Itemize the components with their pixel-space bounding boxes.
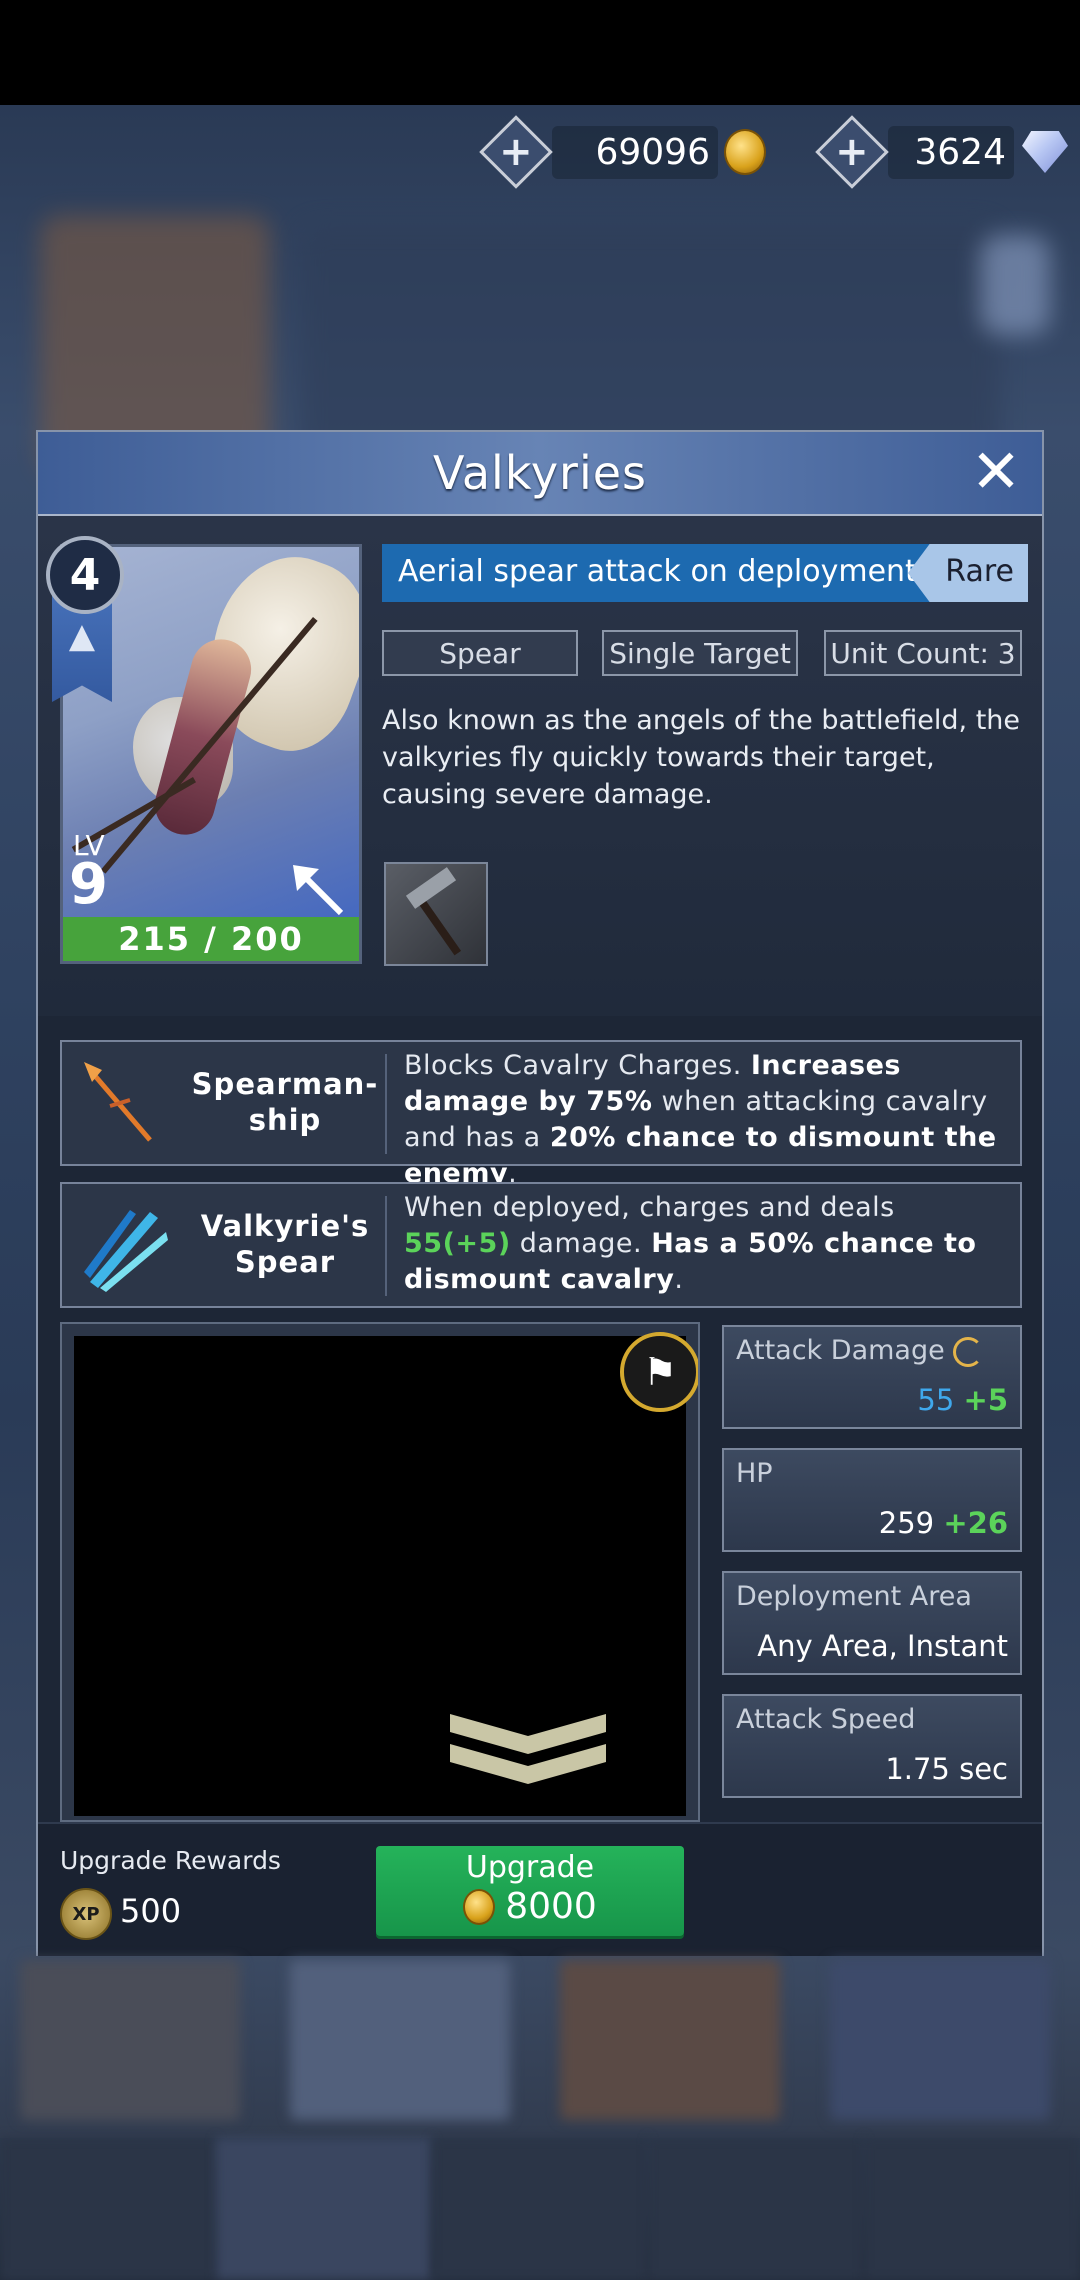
level-number: 9 — [69, 852, 108, 917]
stat-attack-speed: Attack Speed 1.75 sec — [722, 1694, 1022, 1798]
stat-value: 259 +26 — [879, 1506, 1008, 1540]
bg-card — [20, 1960, 240, 2120]
tag-weapon-type: Spear — [382, 630, 578, 676]
upgrade-rewards-label: Upgrade Rewards — [60, 1846, 281, 1875]
spear-burst-skill-icon — [84, 1210, 168, 1292]
close-icon: ✕ — [970, 437, 1022, 507]
hammer-head-icon — [405, 867, 457, 909]
stat-value: 1.75 sec — [885, 1752, 1008, 1786]
upgrade-button[interactable]: Upgrade 8000 — [376, 1846, 684, 1936]
bottom-nav-bar — [0, 2138, 1080, 2280]
upgrade-cost-value: 8000 — [505, 1886, 597, 1927]
unit-preview-frame: ⚑ — [60, 1322, 700, 1822]
nav-item[interactable] — [216, 2138, 432, 2280]
tier-badge: 4 — [46, 536, 124, 614]
stat-value: Any Area, Instant — [757, 1629, 1008, 1663]
skill-name: Spearman-ship — [191, 1067, 379, 1137]
unit-details-dialog: Valkyries ✕ LV 9 215 / 200 4 ▲ Aerial sp… — [36, 430, 1044, 1956]
desc-part: When deployed, charges and deals — [404, 1192, 895, 1223]
rarity-label: Rare — [945, 554, 1014, 589]
background-unit-cards — [0, 1960, 1080, 2120]
nav-item[interactable] — [648, 2138, 864, 2280]
flag-icon[interactable]: ⚑ — [620, 1332, 698, 1412]
ability-banner: Aerial spear attack on deployment Rare — [382, 544, 1028, 602]
skill-name: Valkyrie's Spear — [200, 1209, 370, 1279]
bg-ribbon — [980, 235, 1050, 335]
bg-card — [560, 1960, 780, 2120]
stat-hp: HP 259 +26 — [722, 1448, 1022, 1552]
rank-triangle-icon: ▲ — [68, 616, 96, 656]
level-up-arrow-icon — [293, 865, 344, 916]
stat-label: Attack Damage — [736, 1335, 983, 1367]
upgrade-footer: Upgrade Rewards XP 500 Upgrade 8000 — [38, 1822, 1042, 1956]
stat-attack-damage: Attack Damage 55 +5 — [722, 1325, 1022, 1429]
gold-resource: + 69096 — [479, 115, 766, 189]
refresh-icon[interactable] — [952, 1336, 983, 1367]
bg-card — [290, 1960, 510, 2120]
stat-label: HP — [736, 1458, 773, 1489]
stat-bonus: +26 — [943, 1506, 1008, 1540]
divider — [385, 1054, 387, 1154]
gem-amount: 3624 — [888, 125, 1014, 179]
gem-resource: + 3624 — [815, 115, 1068, 189]
tag-unit-count: Unit Count: 3 — [824, 630, 1022, 676]
desc-part: . — [674, 1264, 684, 1295]
gold-coin-icon — [724, 129, 766, 175]
spear-skill-icon — [84, 1062, 152, 1142]
skill-row-valkyries-spear[interactable]: Valkyrie's Spear When deployed, charges … — [60, 1182, 1022, 1308]
add-gems-button[interactable]: + — [815, 115, 889, 189]
gold-coin-icon — [463, 1888, 496, 1925]
tag-target-type: Single Target — [602, 630, 798, 676]
plus-icon: + — [835, 128, 869, 175]
desc-part: Blocks Cavalry Charges. — [404, 1050, 751, 1081]
bg-card — [830, 1960, 1050, 2120]
unit-description: Also known as the angels of the battlefi… — [382, 705, 1021, 810]
nav-item[interactable] — [864, 2138, 1080, 2280]
dialog-header: Valkyries ✕ — [38, 432, 1042, 516]
stat-value: 55 +5 — [917, 1383, 1008, 1417]
add-gold-button[interactable]: + — [479, 115, 553, 189]
stat-bonus: +5 — [963, 1383, 1008, 1417]
xp-reward-value: 500 — [120, 1892, 182, 1930]
skill-description: Blocks Cavalry Charges. Increases damage… — [404, 1048, 1008, 1192]
damage-value: 55(+5) — [404, 1228, 511, 1259]
plus-icon: + — [499, 128, 533, 175]
ability-text: Aerial spear attack on deployment — [398, 554, 917, 589]
divider — [385, 1196, 387, 1296]
upgrade-label: Upgrade — [465, 1850, 595, 1885]
unit-overview: LV 9 215 / 200 4 ▲ Aerial spear attack o… — [38, 516, 1042, 1016]
stat-base: 55 — [917, 1383, 955, 1417]
gem-icon — [1022, 131, 1068, 173]
dialog-title: Valkyries — [432, 446, 648, 500]
stat-label-text: Attack Damage — [736, 1335, 945, 1366]
nav-item[interactable] — [432, 2138, 648, 2280]
upgrade-cost: 8000 — [376, 1886, 684, 1927]
skill-row-spearmanship[interactable]: Spearman-ship Blocks Cavalry Charges. In… — [60, 1040, 1022, 1189]
xp-progress-bar: 215 / 200 — [63, 917, 359, 961]
gold-amount: 69096 — [552, 125, 718, 179]
stat-label: Deployment Area — [736, 1581, 972, 1612]
stat-base: 259 — [878, 1506, 935, 1540]
scroll-down-chevron-icon[interactable] — [450, 1714, 606, 1784]
nav-item[interactable] — [0, 2138, 216, 2280]
skill-description: When deployed, charges and deals 55(+5) … — [404, 1190, 1008, 1298]
close-button[interactable]: ✕ — [968, 442, 1024, 502]
equipment-slot[interactable] — [384, 862, 488, 966]
desc-part: damage. — [510, 1228, 652, 1259]
stat-label: Attack Speed — [736, 1704, 916, 1735]
stat-deployment-area: Deployment Area Any Area, Instant — [722, 1571, 1022, 1675]
xp-icon: XP — [60, 1888, 112, 1940]
status-bar-area — [0, 0, 1080, 105]
